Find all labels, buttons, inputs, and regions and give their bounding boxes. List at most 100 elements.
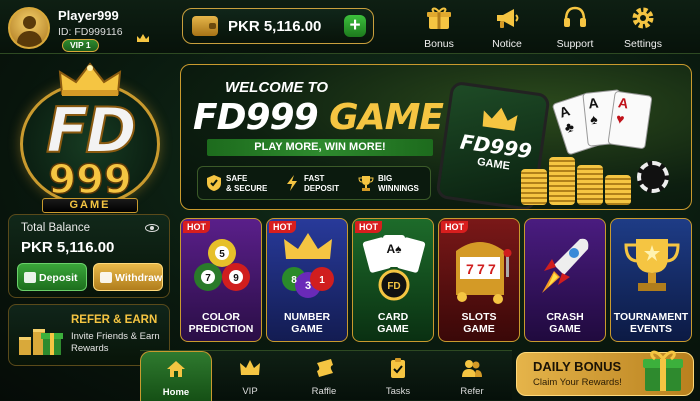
game-tile-card-game[interactable]: A♠ FD HOT CARD GAME bbox=[352, 218, 434, 342]
hot-badge: HOT bbox=[183, 221, 210, 233]
gift-icon bbox=[19, 329, 63, 355]
coin-stack bbox=[521, 169, 547, 205]
nav-label: Tasks bbox=[385, 386, 411, 397]
game-title: SLOTS GAME bbox=[461, 311, 497, 335]
game-tile-tournament-events[interactable]: TOURNAMENT EVENTS bbox=[610, 218, 692, 342]
withdraw-button[interactable]: Withdraw bbox=[93, 263, 163, 291]
add-funds-button[interactable]: + bbox=[344, 15, 366, 37]
svg-text:7: 7 bbox=[466, 261, 474, 277]
game-title: CARD GAME bbox=[377, 311, 409, 335]
daily-bonus-title: DAILY BONUS bbox=[533, 359, 622, 374]
svg-text:7: 7 bbox=[488, 261, 496, 277]
coin-stack bbox=[577, 165, 603, 205]
vip-badge: VIP 1 bbox=[62, 39, 99, 52]
coin-stack bbox=[549, 157, 575, 205]
feature-strip: SAFE & SECURE FAST DEPOSIT BIG WINNINGS bbox=[197, 166, 431, 200]
crown-balls-icon: 8 3 1 bbox=[282, 233, 334, 298]
avatar[interactable] bbox=[8, 7, 50, 49]
playing-card: A ♥ bbox=[607, 90, 653, 150]
carousel-dots[interactable] bbox=[523, 203, 573, 209]
slot-machine-icon: 7 7 7 bbox=[456, 242, 512, 304]
game-title: COLOR PREDICTION bbox=[188, 311, 254, 335]
wallet-icon bbox=[192, 16, 218, 36]
bottom-nav: Home VIP Raffle Tasks Refer bbox=[140, 350, 512, 401]
svg-text:8: 8 bbox=[291, 275, 297, 286]
crown-icon bbox=[240, 360, 260, 375]
daily-bonus-subtitle: Claim Your Rewards! bbox=[533, 377, 622, 388]
nav-raffle[interactable]: Raffle bbox=[288, 351, 360, 401]
withdraw-label: Withdraw bbox=[115, 272, 163, 284]
users-icon bbox=[462, 360, 482, 377]
shield-icon bbox=[207, 175, 221, 191]
trophy-icon bbox=[624, 239, 680, 291]
svg-text:5: 5 bbox=[219, 249, 225, 260]
clipboard-icon bbox=[391, 358, 405, 378]
nav-tasks[interactable]: Tasks bbox=[362, 351, 434, 401]
headset-icon bbox=[564, 6, 586, 27]
svg-text:1: 1 bbox=[319, 275, 325, 286]
crown-icon bbox=[482, 107, 518, 131]
logo-fd: FD bbox=[45, 94, 138, 167]
banner-title-main: FD999 bbox=[193, 97, 319, 138]
svg-text:A♠: A♠ bbox=[386, 242, 402, 256]
top-nav-settings[interactable]: Settings bbox=[612, 3, 674, 51]
total-balance-label: Total Balance bbox=[21, 222, 91, 234]
game-title: CRASH GAME bbox=[546, 311, 584, 335]
player-name: Player999 bbox=[58, 8, 119, 23]
trophy-icon bbox=[358, 176, 374, 191]
total-balance-amount: PKR 5,116.00 bbox=[21, 239, 115, 256]
game-tile-crash-game[interactable]: CRASH GAME bbox=[524, 218, 606, 342]
deposit-button[interactable]: Deposit bbox=[17, 263, 87, 291]
nav-vip[interactable]: VIP bbox=[214, 351, 286, 401]
svg-text:9: 9 bbox=[233, 273, 239, 284]
feature-label: BIG WINNINGS bbox=[378, 174, 419, 193]
svg-text:7: 7 bbox=[205, 273, 211, 284]
top-nav-label: Notice bbox=[492, 38, 522, 50]
player-id: ID: FD999116 bbox=[58, 26, 123, 38]
top-nav-notice[interactable]: Notice bbox=[476, 3, 538, 51]
megaphone-icon bbox=[497, 9, 519, 28]
nav-refer[interactable]: Refer bbox=[436, 351, 508, 401]
nav-label: Raffle bbox=[311, 386, 337, 397]
home-icon bbox=[167, 361, 185, 377]
gift-icon bbox=[427, 7, 451, 29]
lottery-balls-icon: 5 7 9 bbox=[194, 239, 250, 291]
wallet-balance-text: PKR 5,116.00 bbox=[228, 18, 322, 35]
game-title: TOURNAMENT EVENTS bbox=[613, 311, 689, 335]
crown-icon bbox=[137, 34, 149, 42]
hot-badge: HOT bbox=[269, 221, 296, 233]
banner-title: FD999 GAME bbox=[193, 97, 444, 138]
rocket-icon bbox=[542, 238, 589, 293]
nav-label: Home bbox=[162, 387, 190, 398]
banner-tagline: PLAY MORE, WIN MORE! bbox=[207, 139, 433, 156]
logo-game: GAME bbox=[42, 198, 138, 213]
nav-label: Refer bbox=[460, 386, 484, 397]
feature-label: SAFE & SECURE bbox=[226, 174, 268, 193]
svg-text:3: 3 bbox=[305, 280, 311, 292]
game-tile-number-game[interactable]: 8 3 1 HOT NUMBER GAME bbox=[266, 218, 348, 342]
top-nav-label: Support bbox=[556, 38, 594, 50]
ticket-icon bbox=[317, 359, 333, 377]
top-nav-label: Bonus bbox=[424, 38, 454, 50]
nav-home[interactable]: Home bbox=[140, 351, 212, 401]
top-nav-bonus[interactable]: Bonus bbox=[408, 3, 470, 51]
wallet-balance: PKR 5,116.00 + bbox=[182, 8, 374, 44]
daily-bonus-button[interactable]: DAILY BONUS Claim Your Rewards! bbox=[516, 350, 694, 396]
poker-chip bbox=[637, 161, 669, 193]
game-tile-slots-game[interactable]: 7 7 7 HOT SLOTS GAME bbox=[438, 218, 520, 342]
top-bar: Player999 ID: FD999116 VIP 1 PKR 5,116.0… bbox=[0, 0, 700, 54]
promo-banner[interactable]: WELCOME TO FD999 GAME PLAY MORE, WIN MOR… bbox=[180, 64, 692, 210]
game-tile-color-prediction[interactable]: 5 7 9 HOT COLOR PREDICTION bbox=[180, 218, 262, 342]
svg-text:7: 7 bbox=[477, 261, 485, 277]
logo-999: 999 bbox=[48, 157, 133, 203]
top-nav-label: Settings bbox=[624, 38, 662, 50]
deposit-icon bbox=[24, 272, 36, 283]
banner-welcome: WELCOME TO bbox=[225, 79, 329, 96]
brand-logo: FD 999 GAME bbox=[8, 60, 172, 213]
top-nav-support[interactable]: Support bbox=[544, 3, 606, 51]
total-balance-card: Total Balance PKR 5,116.00 Deposit Withd… bbox=[8, 214, 170, 298]
nav-label: VIP bbox=[242, 386, 258, 397]
eye-icon[interactable] bbox=[145, 224, 159, 232]
deposit-label: Deposit bbox=[39, 272, 78, 284]
banner-title-game: GAME bbox=[329, 97, 444, 138]
